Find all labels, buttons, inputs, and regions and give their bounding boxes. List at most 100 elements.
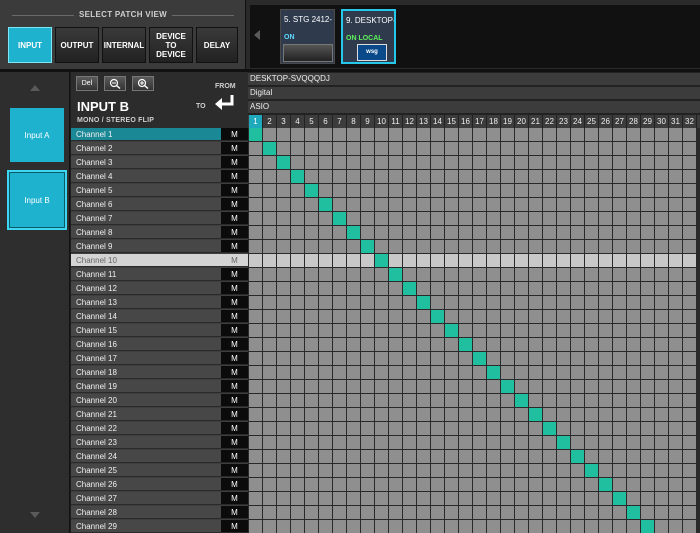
patch-point[interactable] — [613, 366, 626, 379]
rail-scroll-down-icon[interactable] — [30, 512, 40, 518]
channel-row[interactable]: Channel 2M — [71, 142, 248, 156]
patch-point[interactable] — [515, 492, 528, 505]
channel-row[interactable]: Channel 27 M — [71, 492, 248, 506]
rail-scroll-up-icon[interactable] — [30, 85, 40, 91]
patch-point[interactable] — [333, 184, 346, 197]
patch-point[interactable] — [361, 310, 374, 323]
patch-point[interactable] — [389, 142, 402, 155]
patch-point[interactable] — [473, 408, 486, 421]
patch-point[interactable] — [403, 198, 416, 211]
patch-point[interactable] — [515, 506, 528, 519]
patch-point[interactable] — [417, 478, 430, 491]
patch-point[interactable] — [389, 506, 402, 519]
patch-point[interactable] — [305, 408, 318, 421]
patch-point[interactable] — [431, 128, 444, 141]
patch-point[interactable] — [445, 380, 458, 393]
patch-point[interactable] — [277, 324, 290, 337]
patch-point[interactable] — [669, 450, 682, 463]
patch-point[interactable] — [529, 520, 542, 533]
patch-point-on[interactable] — [627, 506, 640, 519]
patch-point[interactable] — [585, 450, 598, 463]
patch-point[interactable] — [263, 156, 276, 169]
patch-point[interactable] — [585, 394, 598, 407]
patch-point[interactable] — [529, 436, 542, 449]
patch-point[interactable] — [361, 478, 374, 491]
patch-point[interactable] — [585, 170, 598, 183]
patch-point[interactable] — [319, 506, 332, 519]
patch-point[interactable] — [487, 394, 500, 407]
patch-point[interactable] — [333, 142, 346, 155]
patch-point[interactable] — [347, 170, 360, 183]
patch-point[interactable] — [445, 366, 458, 379]
channel-row[interactable]: Channel 19 M — [71, 380, 248, 394]
patch-point[interactable] — [655, 268, 668, 281]
channel-row[interactable]: Channel 8M — [71, 226, 248, 240]
patch-point[interactable] — [459, 296, 472, 309]
patch-point[interactable] — [515, 212, 528, 225]
patch-point[interactable] — [333, 240, 346, 253]
patch-point[interactable] — [249, 310, 262, 323]
patch-point[interactable] — [277, 268, 290, 281]
patch-point[interactable] — [347, 408, 360, 421]
patch-point[interactable] — [599, 184, 612, 197]
patch-point[interactable] — [459, 310, 472, 323]
patch-point[interactable] — [431, 506, 444, 519]
patch-point[interactable] — [305, 226, 318, 239]
patch-point[interactable] — [669, 310, 682, 323]
patch-point[interactable] — [515, 282, 528, 295]
patch-point[interactable] — [291, 520, 304, 533]
patch-point[interactable] — [683, 366, 696, 379]
patch-point[interactable] — [613, 184, 626, 197]
patch-point[interactable] — [641, 128, 654, 141]
mono-stereo-flip-button[interactable]: M — [221, 492, 248, 505]
patch-point[interactable] — [557, 198, 570, 211]
patch-point[interactable] — [361, 520, 374, 533]
patch-point[interactable] — [347, 198, 360, 211]
patch-point[interactable] — [431, 422, 444, 435]
patch-point[interactable] — [655, 338, 668, 351]
patch-point[interactable] — [291, 422, 304, 435]
patch-point[interactable] — [319, 408, 332, 421]
patch-point[interactable] — [683, 478, 696, 491]
patch-point[interactable] — [263, 380, 276, 393]
patch-point[interactable] — [585, 198, 598, 211]
patch-point[interactable] — [585, 478, 598, 491]
patch-point[interactable] — [389, 338, 402, 351]
patch-point[interactable] — [543, 296, 556, 309]
patch-point[interactable] — [557, 226, 570, 239]
patch-point[interactable] — [515, 142, 528, 155]
patch-point[interactable] — [333, 170, 346, 183]
patch-point[interactable] — [515, 226, 528, 239]
patch-point[interactable] — [585, 408, 598, 421]
patch-point[interactable] — [669, 212, 682, 225]
patch-point[interactable] — [641, 282, 654, 295]
patch-point[interactable] — [389, 422, 402, 435]
patch-point[interactable] — [389, 520, 402, 533]
patch-point[interactable] — [641, 226, 654, 239]
patch-point[interactable] — [641, 184, 654, 197]
patch-point[interactable] — [375, 338, 388, 351]
patch-view-delay-button[interactable]: DELAY — [196, 27, 238, 63]
patch-point[interactable] — [459, 184, 472, 197]
patch-point[interactable] — [417, 366, 430, 379]
patch-point[interactable] — [669, 436, 682, 449]
patch-point[interactable] — [515, 366, 528, 379]
patch-point[interactable] — [431, 324, 444, 337]
patch-point[interactable] — [543, 198, 556, 211]
channel-name[interactable]: Channel 5 — [71, 184, 221, 197]
patch-point[interactable] — [571, 296, 584, 309]
patch-point[interactable] — [669, 128, 682, 141]
patch-point[interactable] — [655, 352, 668, 365]
patch-point[interactable] — [683, 352, 696, 365]
patch-point[interactable] — [571, 338, 584, 351]
patch-point[interactable] — [585, 156, 598, 169]
mono-stereo-flip-button[interactable]: M — [221, 338, 248, 351]
patch-point[interactable] — [319, 212, 332, 225]
patch-point[interactable] — [585, 142, 598, 155]
patch-point[interactable] — [305, 128, 318, 141]
patch-point[interactable] — [627, 142, 640, 155]
patch-point[interactable] — [305, 282, 318, 295]
patch-point[interactable] — [263, 352, 276, 365]
mono-stereo-flip-button[interactable]: M — [221, 184, 248, 197]
patch-point[interactable] — [543, 212, 556, 225]
